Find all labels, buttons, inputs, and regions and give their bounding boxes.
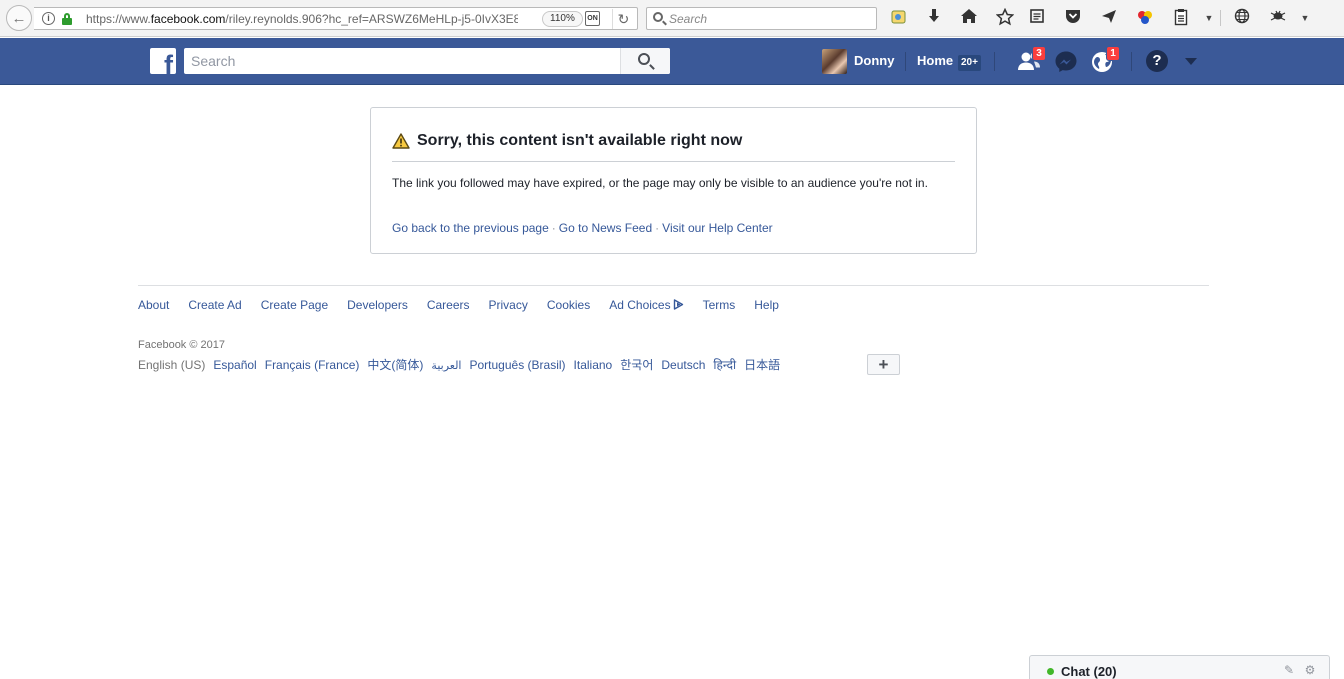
address-bar[interactable]: i https://www.facebook.com/riley.reynold… (34, 7, 638, 30)
language-link[interactable]: Español (213, 358, 256, 372)
error-links: Go back to the previous page · Go to News … (392, 221, 773, 235)
home-count-badge: 20+ (958, 55, 981, 71)
footer-links: About Create Ad Create Page Developers Caree… (138, 298, 798, 312)
ad-choices-icon (673, 299, 683, 310)
profile-name-link[interactable]: Donny (854, 53, 894, 68)
info-icon[interactable]: i (42, 12, 55, 25)
pocket-icon[interactable] (1063, 8, 1083, 28)
home-link[interactable]: Home (917, 53, 953, 68)
home-icon[interactable] (959, 8, 979, 28)
footer-divider (138, 285, 1209, 286)
fb-search-box[interactable] (184, 48, 670, 74)
language-link[interactable]: हिन्दी (713, 356, 736, 373)
menu-icon[interactable]: ▼ (1299, 8, 1311, 28)
send-icon[interactable] (1099, 8, 1119, 28)
chat-tab[interactable]: Chat (20) ✎ ⚙ (1029, 655, 1330, 679)
footer-link-developers[interactable]: Developers (347, 298, 408, 312)
account-menu-caret-icon[interactable] (1185, 58, 1197, 65)
language-link[interactable]: 한국어 (620, 356, 653, 373)
online-status-icon (1047, 668, 1054, 675)
extension-icon[interactable] (889, 8, 909, 28)
gear-icon[interactable]: ⚙ (1303, 663, 1317, 677)
globe-icon[interactable] (1232, 8, 1252, 28)
friend-requests-count: 3 (1032, 46, 1046, 61)
current-language: English (US) (138, 358, 206, 372)
reload-icon[interactable]: ↻ (612, 9, 634, 29)
error-title: Sorry, this content isn't available righ… (417, 132, 743, 149)
clipboard-icon[interactable] (1171, 8, 1191, 28)
footer-link-careers[interactable]: Careers (427, 298, 470, 312)
url-text[interactable]: https://www.facebook.com/riley.reynolds.… (86, 12, 518, 26)
back-button[interactable]: ← (6, 5, 32, 31)
bookmark-star-icon[interactable] (995, 7, 1015, 28)
language-link[interactable]: 日本語 (744, 356, 780, 373)
fb-search-input[interactable] (191, 52, 611, 70)
chat-label: Chat (20) (1061, 664, 1117, 679)
language-link[interactable]: Deutsch (661, 358, 705, 372)
friend-requests-icon[interactable]: 3 (1015, 46, 1046, 74)
fb-search-button[interactable] (620, 48, 670, 74)
more-languages-button[interactable]: + (867, 354, 900, 375)
copyright: Facebook © 2017 (138, 339, 225, 351)
footer-link-privacy[interactable]: Privacy (489, 298, 528, 312)
footer-link-create-ad[interactable]: Create Ad (188, 298, 241, 312)
download-icon[interactable] (924, 8, 944, 28)
compose-icon[interactable]: ✎ (1282, 663, 1296, 677)
language-link[interactable]: Italiano (574, 358, 613, 372)
language-link[interactable]: 中文(简体) (367, 356, 423, 373)
avatar[interactable] (822, 49, 847, 74)
footer-link-create-page[interactable]: Create Page (261, 298, 328, 312)
footer-link-cookies[interactable]: Cookies (547, 298, 590, 312)
fb-top-bar: f Donny Home 20+ 3 1 ? (0, 38, 1344, 85)
language-link[interactable]: Português (Brasil) (469, 358, 565, 372)
content-unavailable-box: Sorry, this content isn't available righ… (370, 107, 977, 254)
browser-toolbar: ← i https://www.facebook.com/riley.reyno… (0, 0, 1344, 37)
footer-link-ad-choices[interactable]: Ad Choices (609, 298, 683, 312)
dropdown-arrow-icon[interactable]: ▼ (1203, 8, 1215, 28)
messenger-icon[interactable] (1052, 48, 1080, 74)
help-icon[interactable]: ? (1146, 50, 1168, 72)
help-center-link[interactable]: Visit our Help Center (662, 221, 773, 235)
notifications-count: 1 (1106, 46, 1120, 61)
bug-icon[interactable] (1268, 8, 1288, 28)
browser-search-box[interactable] (646, 7, 877, 30)
search-icon (653, 12, 663, 22)
warning-icon (392, 133, 410, 149)
colors-icon[interactable] (1135, 8, 1155, 28)
notifications-globe-icon[interactable]: 1 (1089, 46, 1120, 74)
browser-search-input[interactable] (669, 10, 869, 27)
facebook-logo-icon[interactable]: f (150, 48, 176, 74)
reader-icon[interactable] (1027, 8, 1047, 28)
language-list: English (US) Español Français (France) 中文(简… (138, 356, 788, 373)
error-message: The link you followed may have expired, … (392, 176, 928, 190)
lock-icon[interactable] (62, 13, 72, 25)
go-back-link[interactable]: Go back to the previous page (392, 221, 549, 235)
language-link[interactable]: العربية (431, 359, 461, 372)
footer-link-about[interactable]: About (138, 298, 169, 312)
search-icon (638, 53, 650, 65)
news-feed-link[interactable]: Go to News Feed (559, 221, 652, 235)
footer-link-terms[interactable]: Terms (703, 298, 736, 312)
zoom-level-badge[interactable]: 110% (542, 11, 583, 27)
error-header: Sorry, this content isn't available righ… (392, 132, 955, 162)
footer-link-help[interactable]: Help (754, 298, 779, 312)
back-arrow-icon: ← (11, 9, 27, 27)
extension-on-icon[interactable]: ON (585, 11, 600, 26)
language-link[interactable]: Français (France) (265, 358, 360, 372)
